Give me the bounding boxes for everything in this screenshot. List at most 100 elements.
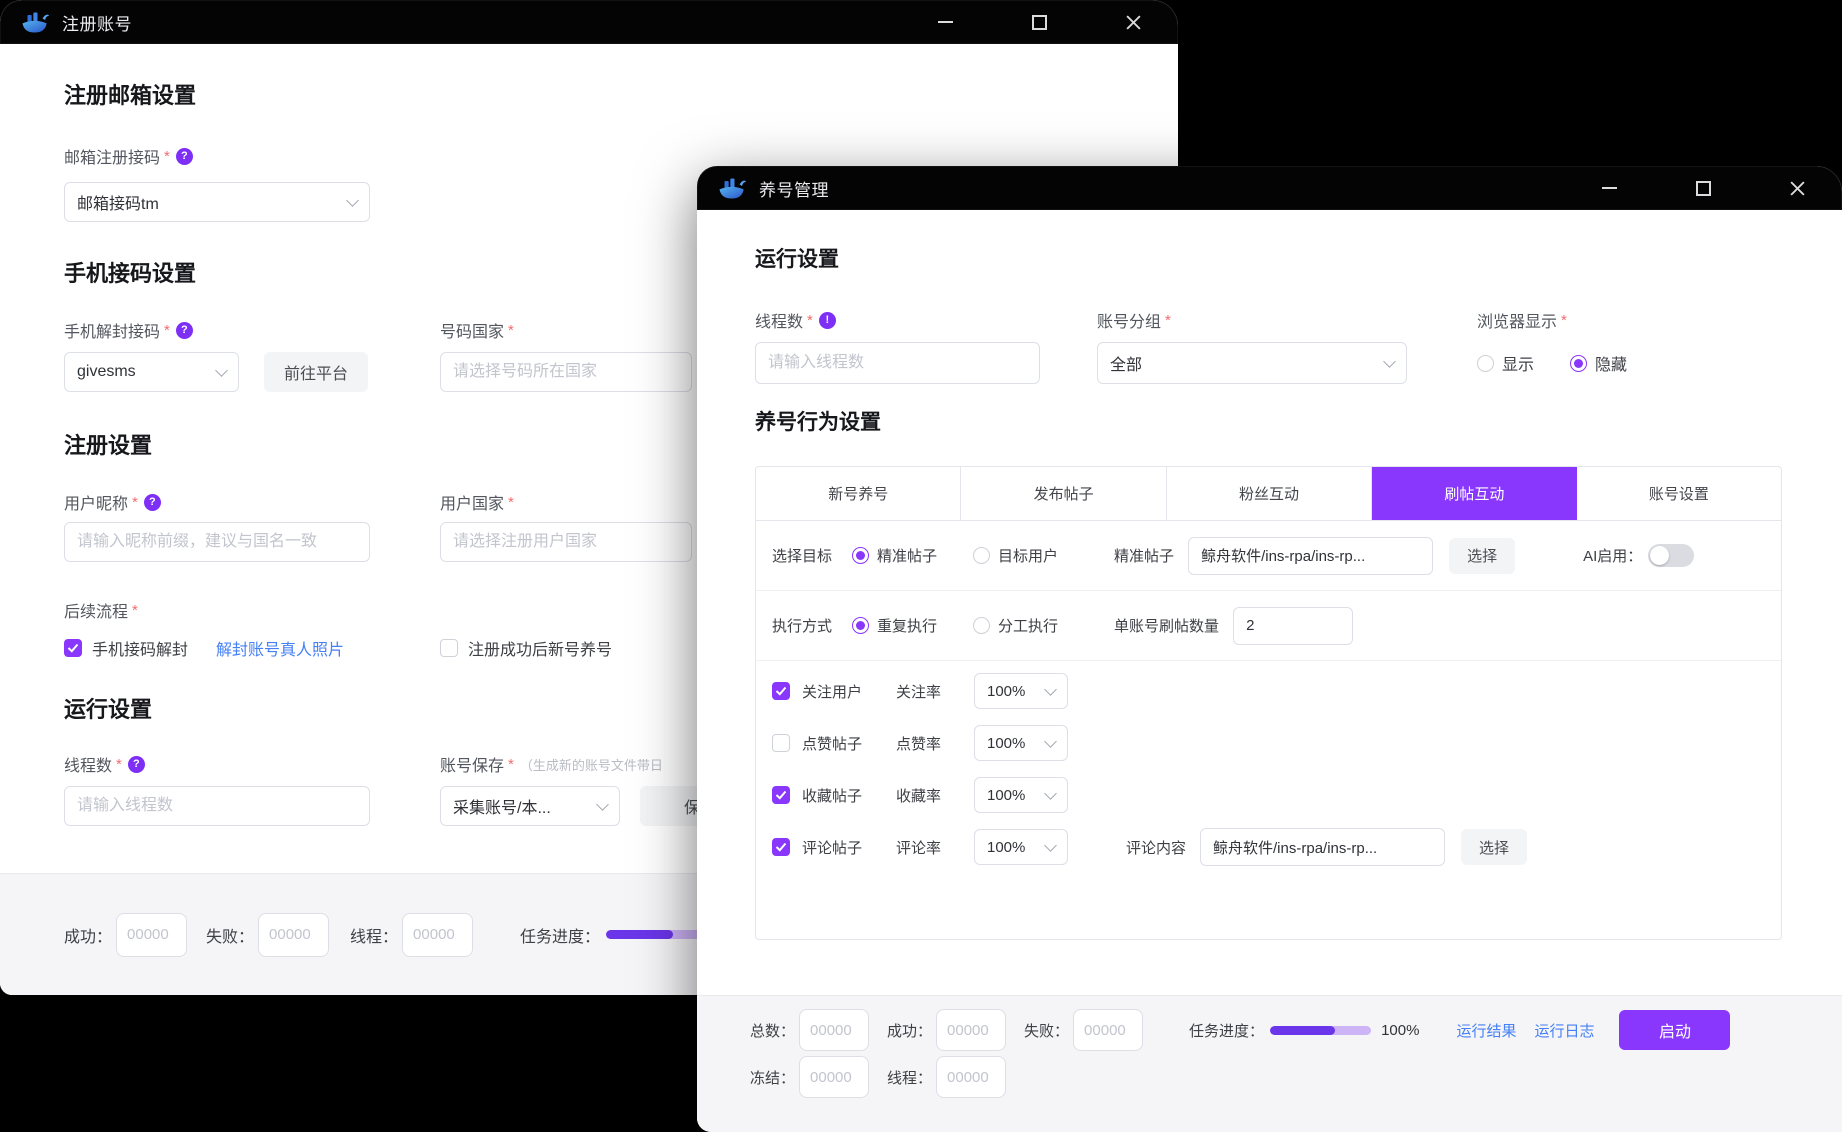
required-mark: * bbox=[132, 494, 138, 511]
maximize-button[interactable] bbox=[1030, 13, 1048, 31]
run-results-link[interactable]: 运行结果 bbox=[1456, 1020, 1516, 1041]
favorite-posts-checkbox[interactable] bbox=[772, 786, 790, 804]
chevron-down-icon bbox=[596, 798, 609, 811]
success-count-box[interactable] bbox=[936, 1009, 1006, 1051]
close-button[interactable] bbox=[1788, 179, 1806, 197]
help-icon[interactable]: ? bbox=[176, 322, 193, 339]
account-group-select[interactable]: 全部 bbox=[1097, 342, 1407, 384]
email-code-select[interactable]: 邮箱接码tm bbox=[64, 182, 370, 222]
phone-unlock-label: 手机解封接码 * ? bbox=[64, 318, 193, 342]
close-icon bbox=[1125, 14, 1142, 31]
register-settings-heading: 注册设置 bbox=[64, 428, 152, 460]
nickname-label: 用户昵称 * ? bbox=[64, 490, 161, 514]
minimize-icon bbox=[938, 21, 953, 23]
check-icon bbox=[67, 643, 79, 653]
thread-count-box[interactable] bbox=[936, 1056, 1006, 1098]
comment-rate-select[interactable]: 100% bbox=[974, 829, 1068, 865]
success-count-box[interactable] bbox=[116, 913, 187, 957]
check-icon bbox=[775, 790, 787, 800]
repeat-execution-radio[interactable] bbox=[852, 617, 869, 634]
threads-input[interactable] bbox=[755, 342, 1040, 384]
precise-posts-field-label: 精准帖子 bbox=[1114, 545, 1174, 566]
phone-unlock-select[interactable]: givesms bbox=[64, 352, 239, 392]
fail-counter: 失败： bbox=[206, 913, 329, 957]
comment-content-input[interactable] bbox=[1200, 828, 1445, 866]
tab-fan-interaction[interactable]: 粉丝互动 bbox=[1167, 467, 1372, 520]
number-country-input[interactable] bbox=[440, 352, 692, 392]
help-icon[interactable]: ? bbox=[176, 148, 193, 165]
run-settings-heading: 运行设置 bbox=[64, 692, 152, 724]
help-icon[interactable]: ? bbox=[144, 494, 161, 511]
run-logs-link[interactable]: 运行日志 bbox=[1534, 1020, 1594, 1041]
close-icon bbox=[1789, 180, 1806, 197]
progress-bar bbox=[1270, 1026, 1371, 1035]
like-posts-checkbox[interactable] bbox=[772, 734, 790, 752]
like-posts-label: 点赞帖子 bbox=[802, 733, 884, 754]
nurture-management-window: 养号管理 运行设置 线程数 * ! 账号分组 * 浏览器显示 * 全部 bbox=[697, 166, 1842, 1132]
precise-posts-input[interactable] bbox=[1188, 537, 1433, 575]
required-mark: * bbox=[132, 602, 138, 619]
minimize-button[interactable] bbox=[1600, 179, 1618, 197]
start-button[interactable]: 启动 bbox=[1619, 1010, 1730, 1050]
number-country-label: 号码国家 * bbox=[440, 318, 514, 342]
nurture-after-register-checkbox[interactable] bbox=[440, 639, 458, 657]
comment-posts-checkbox[interactable] bbox=[772, 838, 790, 856]
user-country-input[interactable] bbox=[440, 522, 692, 562]
status-row-1: 总数： 成功： 失败： 任务进度： 100% bbox=[750, 1009, 1730, 1051]
close-button[interactable] bbox=[1124, 13, 1142, 31]
task-progress: 任务进度： 100% bbox=[1189, 1020, 1419, 1041]
account-save-select[interactable]: 采集账号/本... bbox=[440, 786, 620, 826]
info-icon[interactable]: ! bbox=[819, 312, 836, 329]
fail-count-box[interactable] bbox=[1073, 1009, 1143, 1051]
split-execution-radio[interactable] bbox=[973, 617, 990, 634]
precise-posts-radio[interactable] bbox=[852, 547, 869, 564]
comment-rate-label: 评论率 bbox=[896, 837, 964, 858]
frozen-count-box[interactable] bbox=[799, 1056, 869, 1098]
tab-account-settings[interactable]: 账号设置 bbox=[1577, 467, 1781, 520]
follow-users-checkbox[interactable] bbox=[772, 682, 790, 700]
per-account-count-input[interactable] bbox=[1233, 607, 1353, 645]
threads-label: 线程数 * ? bbox=[64, 752, 145, 776]
threads-input[interactable] bbox=[64, 786, 370, 826]
target-users-radio[interactable] bbox=[973, 547, 990, 564]
show-radio[interactable] bbox=[1477, 355, 1494, 372]
comment-posts-label: 评论帖子 bbox=[802, 837, 884, 858]
minimize-button[interactable] bbox=[936, 13, 954, 31]
hide-radio[interactable] bbox=[1570, 355, 1587, 372]
goto-platform-button[interactable]: 前往平台 bbox=[264, 352, 368, 392]
chevron-down-icon bbox=[215, 364, 228, 377]
app-logo-icon bbox=[717, 175, 747, 202]
account-save-hint: （生成新的账号文件带日 bbox=[520, 755, 663, 774]
progress-fill bbox=[1270, 1026, 1335, 1035]
fail-counter: 失败： bbox=[1024, 1009, 1143, 1051]
email-code-label: 邮箱注册接码 * ? bbox=[64, 144, 193, 168]
tab-new-account-nurture[interactable]: 新号养号 bbox=[756, 467, 961, 520]
status-row-2: 冻结： 线程： bbox=[750, 1056, 1006, 1098]
follow-rate-select[interactable]: 100% bbox=[974, 673, 1068, 709]
fail-count-box[interactable] bbox=[258, 913, 329, 957]
window-controls bbox=[936, 13, 1178, 31]
tab-post-interaction[interactable]: 刷帖互动 bbox=[1372, 467, 1576, 520]
total-count-box[interactable] bbox=[799, 1009, 869, 1051]
execution-mode-label: 执行方式 bbox=[772, 615, 832, 636]
choose-comment-button[interactable]: 选择 bbox=[1461, 829, 1527, 865]
tab-publish-posts[interactable]: 发布帖子 bbox=[961, 467, 1166, 520]
nickname-input[interactable] bbox=[64, 522, 370, 562]
required-mark: * bbox=[1561, 312, 1567, 329]
thread-count-box[interactable] bbox=[402, 913, 473, 957]
favorite-rate-select[interactable]: 100% bbox=[974, 777, 1068, 813]
phone-unlock-checkbox[interactable] bbox=[64, 639, 82, 657]
comment-posts-row: 评论帖子 评论率 100% 评论内容 选择 bbox=[756, 821, 1781, 873]
progress-percent: 100% bbox=[1381, 1022, 1419, 1039]
like-rate-select[interactable]: 100% bbox=[974, 725, 1068, 761]
help-icon[interactable]: ? bbox=[128, 756, 145, 773]
chevron-down-icon bbox=[1044, 683, 1057, 696]
nurture-window-body: 运行设置 线程数 * ! 账号分组 * 浏览器显示 * 全部 显示 隐藏 养号行… bbox=[697, 210, 1842, 1132]
ai-enable-label: AI启用： bbox=[1583, 545, 1642, 566]
required-mark: * bbox=[164, 148, 170, 165]
required-mark: * bbox=[1165, 312, 1171, 329]
choose-posts-button[interactable]: 选择 bbox=[1449, 538, 1515, 574]
maximize-button[interactable] bbox=[1694, 179, 1712, 197]
ai-enable-toggle[interactable] bbox=[1648, 544, 1694, 567]
real-photo-link[interactable]: 解封账号真人照片 bbox=[216, 636, 344, 660]
